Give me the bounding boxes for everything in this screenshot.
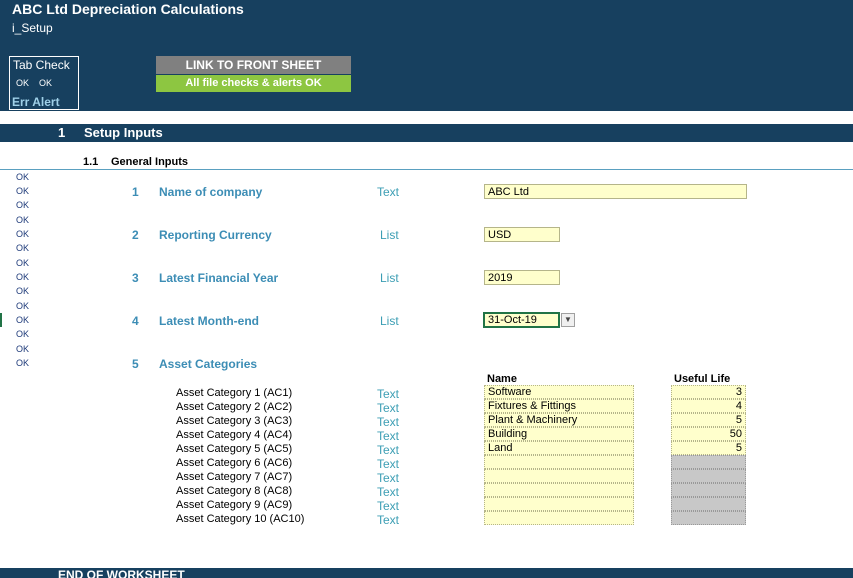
tab-check-label: Tab Check [13,58,70,72]
input-number: 3 [132,271,139,285]
category-type: Text [377,499,400,513]
file-checks-status[interactable]: All file checks & alerts OK [156,75,351,92]
category-label: Asset Category 4 (AC4) [176,429,293,441]
category-name-input[interactable]: Building [484,427,634,441]
category-type: Text [377,387,400,401]
category-label: Asset Category 5 (AC5) [176,443,293,455]
input-type: List [380,271,399,285]
category-type: Text [377,415,400,429]
ok-check: OK [16,258,30,268]
ok-check: OK [16,172,30,182]
tab-check-ok-2: OK [39,78,53,88]
category-name-input[interactable]: Plant & Machinery [484,413,634,427]
category-name-input[interactable]: Land [484,441,634,455]
name-column-header: Name [487,373,517,385]
category-label: Asset Category 7 (AC7) [176,471,293,483]
category-life-input[interactable] [671,469,746,483]
category-life-input[interactable] [671,511,746,525]
ok-check: OK [16,301,30,311]
category-label: Asset Category 8 (AC8) [176,485,293,497]
useful-life-column-header: Useful Life [674,373,731,385]
ok-check: OK [16,215,30,225]
category-name-input[interactable] [484,511,634,525]
category-life-input[interactable]: 5 [671,441,746,455]
section-title: Setup Inputs [84,125,163,140]
category-name-input[interactable] [484,469,634,483]
sheet-name: i_Setup [12,21,53,35]
input-number: 5 [132,357,139,371]
category-type: Text [377,443,400,457]
err-alert-label: Err Alert [12,95,60,109]
category-type: Text [377,513,400,527]
input-number: 1 [132,185,139,199]
input-type: List [380,314,399,328]
input-number: 2 [132,228,139,242]
ok-check: OK [16,329,30,339]
active-row-marker [0,313,2,327]
category-type: Text [377,485,400,499]
input-label-month-end: Latest Month-end [159,314,259,328]
category-label: Asset Category 10 (AC10) [176,513,305,525]
sheet-title: ABC Ltd Depreciation Calculations [12,1,244,17]
input-label-currency: Reporting Currency [159,228,272,242]
ok-check: OK [16,186,30,196]
category-life-input[interactable]: 5 [671,413,746,427]
ok-check: OK [16,272,30,282]
category-life-input[interactable] [671,497,746,511]
ok-check: OK [16,200,30,210]
category-type: Text [377,471,400,485]
financial-year-select[interactable]: 2019 [484,270,560,285]
section-number: 1 [58,125,66,140]
input-number: 4 [132,314,139,328]
category-label: Asset Category 2 (AC2) [176,401,293,413]
input-label-asset-categories: Asset Categories [159,357,258,371]
month-end-select[interactable]: 31-Oct-19 [483,312,560,328]
subsection-title: General Inputs [111,156,189,168]
category-life-input[interactable]: 3 [671,385,746,399]
category-name-input[interactable] [484,455,634,469]
category-type: Text [377,401,400,415]
category-life-input[interactable] [671,455,746,469]
input-type: Text [377,185,400,199]
ok-check: OK [16,243,30,253]
subsection-divider [0,169,853,170]
ok-check: OK [16,286,30,296]
category-life-input[interactable]: 50 [671,427,746,441]
category-type: Text [377,429,400,443]
category-label: Asset Category 9 (AC9) [176,499,293,511]
tab-check-ok-1: OK [16,78,30,88]
category-type: Text [377,457,400,471]
ok-check: OK [16,229,30,239]
category-name-input[interactable] [484,483,634,497]
category-name-input[interactable]: Software [484,385,634,399]
company-name-input[interactable]: ABC Ltd [484,184,747,199]
reporting-currency-select[interactable]: USD [484,227,560,242]
input-label-financial-year: Latest Financial Year [159,271,279,285]
category-life-input[interactable] [671,483,746,497]
link-to-front-sheet-button[interactable]: LINK TO FRONT SHEET [156,56,351,74]
category-label: Asset Category 1 (AC1) [176,387,293,399]
category-life-input[interactable]: 4 [671,399,746,413]
ok-check: OK [16,358,30,368]
subsection-number: 1.1 [83,156,99,168]
input-label-company: Name of company [159,185,263,199]
ok-check: OK [16,344,30,354]
category-label: Asset Category 3 (AC3) [176,415,293,427]
ok-check: OK [16,315,30,325]
category-name-input[interactable]: Fixtures & Fittings [484,399,634,413]
category-name-input[interactable] [484,497,634,511]
end-of-worksheet-label: END OF WORKSHEET [58,569,185,578]
input-type: List [380,228,399,242]
category-label: Asset Category 6 (AC6) [176,457,293,469]
chevron-down-icon[interactable]: ▼ [561,313,575,327]
